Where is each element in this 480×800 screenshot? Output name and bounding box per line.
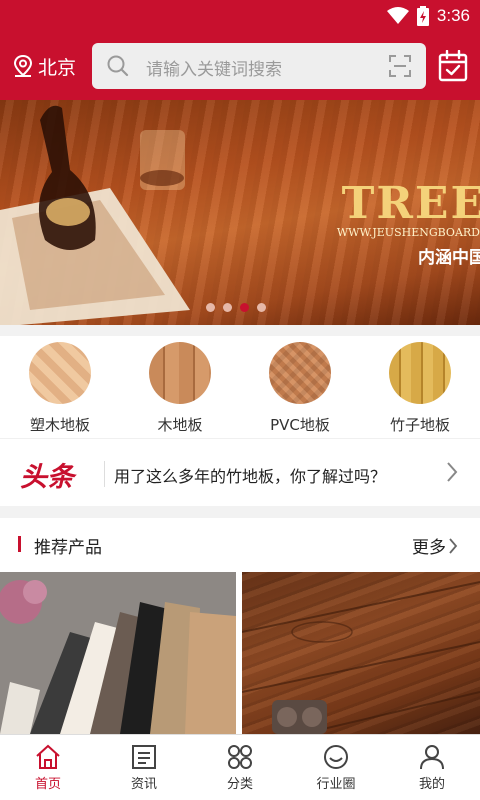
app-header: 北京 请输入关键词搜索 <box>0 32 480 100</box>
city-label: 北京 <box>38 56 77 79</box>
banner-dot-active[interactable] <box>240 303 249 312</box>
tab-home[interactable]: 首页 <box>0 735 96 800</box>
product-card-wood[interactable] <box>242 572 480 734</box>
search-icon <box>107 55 129 77</box>
banner-dot[interactable] <box>206 303 215 312</box>
bamboo-floor-thumbnail <box>389 342 451 404</box>
chevron-right-icon <box>447 462 458 482</box>
scan-icon[interactable] <box>388 54 412 78</box>
banner-slogan: 内涵中国 <box>418 248 480 268</box>
city-selector[interactable]: 北京 <box>12 52 76 80</box>
calendar-check-icon[interactable] <box>438 50 468 82</box>
tab-label: 分类 <box>226 777 253 792</box>
banner-url: WWW.JEUSHENGBOARD <box>336 226 480 239</box>
chevron-right-icon <box>449 537 458 554</box>
recommended-products <box>0 570 480 734</box>
home-icon <box>36 744 60 769</box>
battery-icon <box>416 6 429 26</box>
divider <box>104 461 105 487</box>
wood-floor-thumbnail <box>149 342 211 404</box>
search-bar[interactable]: 请输入关键词搜索 <box>92 43 426 89</box>
category-label: 塑木地板 <box>29 416 90 434</box>
product-card-tiles[interactable] <box>0 572 236 734</box>
banner-pagination <box>206 303 266 312</box>
tab-label: 首页 <box>34 777 61 792</box>
tab-profile[interactable]: 我的 <box>384 735 480 800</box>
tab-label: 我的 <box>418 777 445 792</box>
tab-label: 行业圈 <box>316 777 356 792</box>
category-label: 竹子地板 <box>389 416 450 434</box>
headline-tag: 头条 <box>20 462 74 493</box>
status-time: 3:36 <box>436 6 470 25</box>
category-grid-icon <box>228 745 252 769</box>
tab-label: 资讯 <box>130 777 157 792</box>
wpc-floor-thumbnail <box>29 342 91 404</box>
more-link[interactable]: 更多 <box>412 533 458 558</box>
recommended-header: 推荐产品 更多 <box>0 518 480 570</box>
section-accent-bar <box>18 536 21 552</box>
product-image-tile-samples <box>0 572 236 734</box>
location-pin-icon <box>13 54 33 77</box>
category-wpc-floor[interactable]: 塑木地板 <box>0 336 120 438</box>
promo-banner[interactable]: TREE WWW.JEUSHENGBOARD 内涵中国 <box>0 100 480 325</box>
banner-dot[interactable] <box>223 303 232 312</box>
pvc-floor-thumbnail <box>269 342 331 404</box>
news-list-icon <box>132 745 156 769</box>
tab-category[interactable]: 分类 <box>192 735 288 800</box>
tab-industry[interactable]: 行业圈 <box>288 735 384 800</box>
product-image-wood-floor <box>242 581 480 734</box>
tab-news[interactable]: 资讯 <box>96 735 192 800</box>
search-placeholder: 请输入关键词搜索 <box>146 60 282 80</box>
status-bar: 3:36 <box>0 0 480 32</box>
category-pvc-floor[interactable]: PVC地板 <box>240 336 360 438</box>
wifi-icon <box>386 7 409 24</box>
category-bamboo-floor[interactable]: 竹子地板 <box>360 336 480 438</box>
category-label: 木地板 <box>157 416 203 434</box>
banner-brand: TREE <box>341 178 480 229</box>
headline-text: 用了这么多年的竹地板，你了解过吗？ <box>114 467 387 486</box>
smiley-icon <box>324 745 348 769</box>
banner-dot[interactable] <box>257 303 266 312</box>
user-icon <box>420 745 444 770</box>
category-label: PVC地板 <box>270 416 330 434</box>
category-grid: 塑木地板 木地板 PVC地板 竹子地板 <box>0 336 480 438</box>
bottom-tab-bar: 首页 资讯 分类 行业圈 我的 <box>0 734 480 800</box>
section-title: 推荐产品 <box>34 538 102 558</box>
headline-news[interactable]: 头条 用了这么多年的竹地板，你了解过吗？ <box>0 438 480 506</box>
category-wood-floor[interactable]: 木地板 <box>120 336 240 438</box>
more-label: 更多 <box>412 538 446 558</box>
